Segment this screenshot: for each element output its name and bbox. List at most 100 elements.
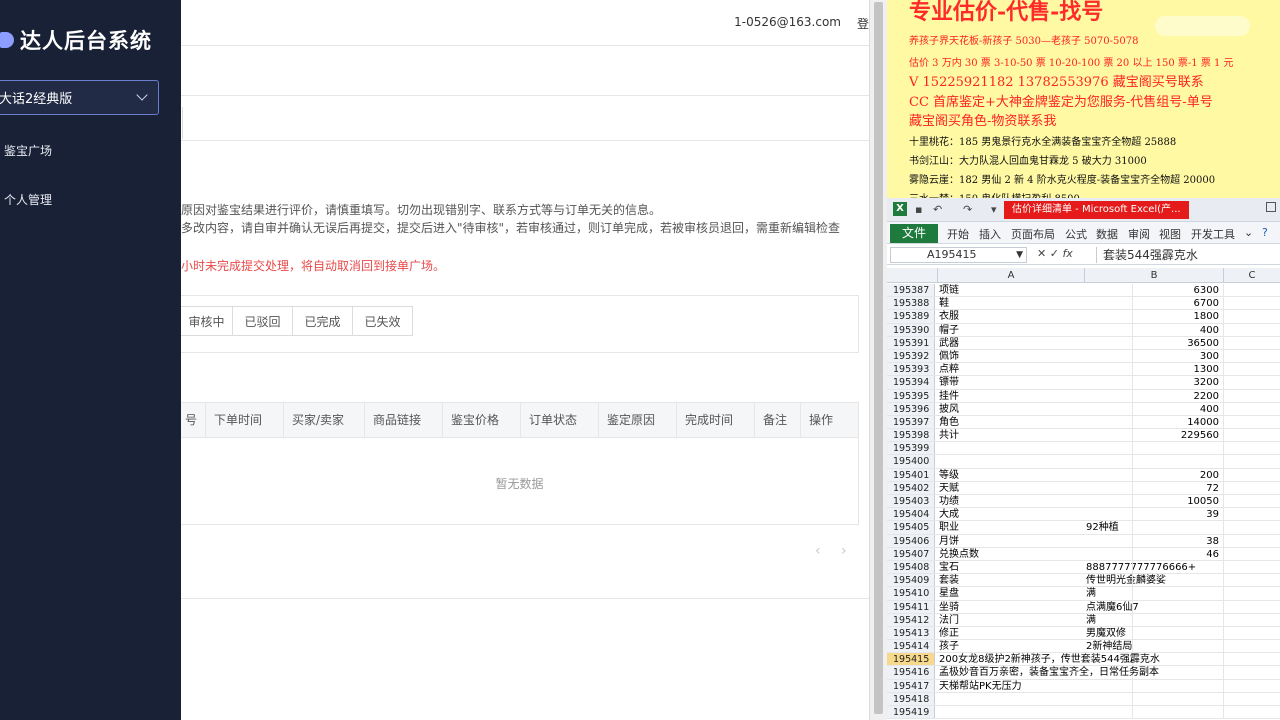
row-number[interactable]: 195411	[887, 600, 935, 613]
tab-completed[interactable]: 已完成	[292, 306, 353, 336]
search-input[interactable]	[181, 107, 183, 139]
cell-a[interactable]	[937, 455, 1133, 468]
cell-a[interactable]: 天赋	[937, 481, 1133, 494]
tab-developer[interactable]: 开发工具	[1191, 226, 1235, 242]
tab-rejected[interactable]: 已驳回	[232, 306, 293, 336]
cell-c[interactable]	[1223, 455, 1280, 468]
cell-c[interactable]	[1223, 679, 1280, 692]
cell-c[interactable]	[1223, 442, 1280, 455]
help-icon[interactable]: ?	[1262, 226, 1268, 239]
cell-a[interactable]: 衣服	[937, 310, 1133, 323]
cell-c[interactable]	[1223, 574, 1280, 587]
cell-c[interactable]	[1223, 495, 1280, 508]
cell-a[interactable]	[937, 692, 1133, 705]
cell-a[interactable]: 鞋	[937, 297, 1133, 310]
tab-insert[interactable]: 插入	[979, 226, 1001, 242]
cell-c[interactable]	[1223, 653, 1280, 666]
row-number[interactable]: 195401	[887, 468, 935, 481]
row-number[interactable]: 195404	[887, 508, 935, 521]
cell-a[interactable]: 200女龙8级护2新神孩子，传世套装544强霹克水	[937, 653, 1160, 666]
cell-a[interactable]: 宝石	[937, 560, 1133, 574]
cell-a[interactable]: 角色	[937, 415, 1133, 429]
row-number[interactable]: 195390	[887, 323, 935, 336]
row-number[interactable]: 195399	[887, 442, 935, 455]
row-number[interactable]: 195414	[887, 640, 935, 653]
row-number[interactable]: 195400	[887, 455, 935, 468]
cell-c[interactable]	[1223, 560, 1280, 574]
cell-a[interactable]: 兑换点数	[937, 547, 1133, 560]
row-number[interactable]: 195405	[887, 521, 935, 534]
undo-icon[interactable]: ↶	[933, 203, 942, 216]
column-header-b[interactable]: B	[1084, 268, 1223, 283]
row-number[interactable]: 195413	[887, 626, 935, 640]
cell-c[interactable]	[1223, 508, 1280, 521]
pager-next-button[interactable]: ›	[841, 543, 847, 559]
row-number[interactable]: 195388	[887, 297, 935, 310]
row-number[interactable]: 195416	[887, 666, 935, 679]
cell-c[interactable]	[1223, 349, 1280, 363]
cell-a[interactable]	[937, 442, 1133, 455]
cell-c[interactable]	[1223, 297, 1280, 310]
cell-c[interactable]	[1223, 521, 1280, 534]
formula-input[interactable]: 套装544强霹克水	[1096, 247, 1280, 263]
cell-c[interactable]	[1223, 706, 1280, 719]
tab-view[interactable]: 视图	[1159, 226, 1181, 242]
row-number[interactable]: 195406	[887, 534, 935, 547]
row-number[interactable]: 195409	[887, 574, 935, 587]
chevron-down-icon[interactable]: ⌄	[1244, 226, 1253, 239]
cell-c[interactable]	[1223, 547, 1280, 560]
sidebar-item-personal-management[interactable]: 个人管理	[4, 191, 52, 208]
cell-c[interactable]	[1223, 363, 1280, 376]
cell-c[interactable]	[1223, 415, 1280, 429]
row-number[interactable]: 195389	[887, 310, 935, 323]
row-number[interactable]: 195403	[887, 495, 935, 508]
column-header-c[interactable]: C	[1223, 268, 1280, 283]
row-number[interactable]: 195408	[887, 560, 935, 574]
cell-c[interactable]	[1223, 402, 1280, 415]
column-header-a[interactable]: A	[937, 268, 1084, 283]
cell-c[interactable]	[1223, 284, 1280, 297]
cell-a[interactable]: 挂件	[937, 389, 1133, 402]
cell-c[interactable]	[1223, 481, 1280, 494]
tab-home[interactable]: 开始	[947, 226, 969, 242]
cell-a[interactable]: 法门	[937, 613, 1133, 626]
row-number[interactable]: 195396	[887, 402, 935, 415]
row-number[interactable]: 195395	[887, 389, 935, 402]
vertical-scrollbar[interactable]	[869, 0, 887, 720]
cell-a[interactable]: 套装	[937, 574, 1133, 587]
row-number[interactable]: 195397	[887, 415, 935, 429]
cell-c[interactable]	[1223, 600, 1280, 613]
row-number[interactable]: 195412	[887, 613, 935, 626]
name-box[interactable]: A195415 ▼	[890, 247, 1027, 263]
chevron-down-icon[interactable]: ▼	[1016, 248, 1023, 262]
row-number[interactable]: 195417	[887, 679, 935, 692]
cell-c[interactable]	[1223, 587, 1280, 600]
cell-a[interactable]: 职业	[937, 521, 1133, 534]
cell-a[interactable]: 修正	[937, 626, 1133, 640]
tab-review[interactable]: 审阅	[1128, 226, 1150, 242]
cell-a[interactable]: 点粹	[937, 363, 1133, 376]
save-icon[interactable]: ▪	[915, 203, 922, 216]
cell-c[interactable]	[1223, 323, 1280, 336]
cell-a[interactable]: 镖带	[937, 376, 1133, 389]
cell-a[interactable]: 武器	[937, 336, 1133, 349]
cell-c[interactable]	[1223, 336, 1280, 349]
row-number[interactable]: 195391	[887, 336, 935, 349]
cell-a[interactable]: 大成	[937, 508, 1133, 521]
row-number[interactable]: 195392	[887, 349, 935, 363]
tab-reviewing[interactable]: 审核中	[181, 306, 233, 336]
row-number[interactable]: 195402	[887, 481, 935, 494]
cell-c[interactable]	[1223, 468, 1280, 481]
cell-a[interactable]: 月饼	[937, 534, 1133, 547]
cell-a[interactable]: 星盘	[937, 587, 1133, 600]
row-number[interactable]: 195418	[887, 692, 935, 705]
cell-c[interactable]	[1223, 640, 1280, 653]
row-number[interactable]: 195398	[887, 429, 935, 442]
cell-a[interactable]: 佩饰	[937, 349, 1133, 363]
tab-data[interactable]: 数据	[1096, 226, 1118, 242]
row-number[interactable]: 195419	[887, 706, 935, 719]
cell-c[interactable]	[1223, 666, 1280, 679]
cell-c[interactable]	[1223, 376, 1280, 389]
cell-a[interactable]: 坐骑	[937, 600, 1133, 613]
game-version-select[interactable]: 大话2经典版	[0, 80, 159, 115]
